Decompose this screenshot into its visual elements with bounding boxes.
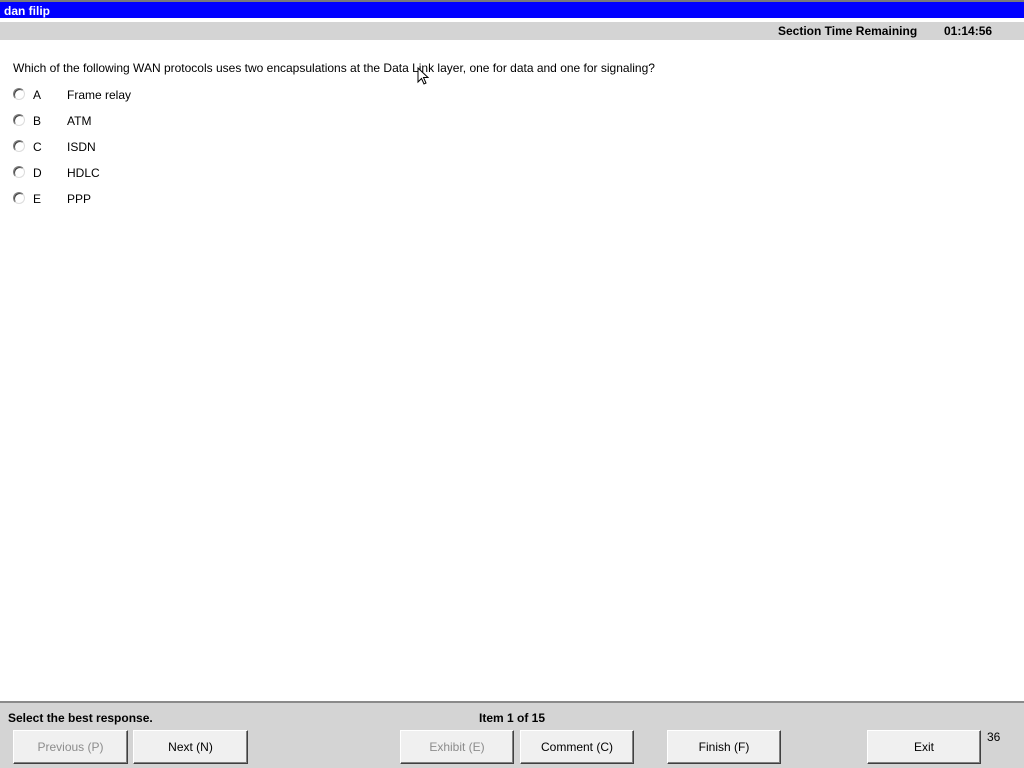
- instruction-text: Select the best response.: [8, 711, 153, 725]
- exit-button[interactable]: Exit: [867, 730, 981, 764]
- option-letter: D: [33, 166, 42, 180]
- exhibit-button[interactable]: Exhibit (E): [400, 730, 514, 764]
- option-letter: A: [33, 88, 42, 102]
- title-bar: dan filip: [0, 0, 1024, 20]
- timer-value: 01:14:56: [944, 24, 993, 38]
- footer-bar: Select the best response. Item 1 of 15 P…: [0, 701, 1024, 768]
- option-b[interactable]: B ATM: [13, 112, 213, 130]
- option-e[interactable]: E PPP: [13, 190, 213, 208]
- option-a[interactable]: A Frame relay: [13, 86, 213, 104]
- window-title: dan filip: [4, 4, 50, 18]
- option-text[interactable]: ISDN: [67, 140, 96, 154]
- option-text[interactable]: Frame relay: [67, 88, 131, 102]
- option-letter: B: [33, 114, 42, 128]
- comment-button[interactable]: Comment (C): [520, 730, 634, 764]
- option-letter: C: [33, 140, 42, 154]
- option-c[interactable]: C ISDN: [13, 138, 213, 156]
- finish-button[interactable]: Finish (F): [667, 730, 781, 764]
- item-counter: Item 1 of 15: [479, 711, 546, 725]
- option-letter: E: [33, 192, 42, 206]
- option-text[interactable]: PPP: [67, 192, 91, 206]
- page-number: 36: [987, 730, 1001, 744]
- next-button[interactable]: Next (N): [133, 730, 248, 764]
- mouse-cursor-icon: [417, 67, 429, 85]
- timer-label: Section Time Remaining: [778, 24, 918, 38]
- previous-button[interactable]: Previous (P): [13, 730, 128, 764]
- option-d[interactable]: D HDLC: [13, 164, 213, 182]
- timer-bar: Section Time Remaining 01:14:56: [0, 22, 1024, 40]
- option-text[interactable]: HDLC: [67, 166, 100, 180]
- radio-button[interactable]: [13, 140, 25, 152]
- question-text: Which of the following WAN protocols use…: [13, 61, 655, 75]
- radio-button[interactable]: [13, 192, 25, 204]
- radio-button[interactable]: [13, 114, 25, 126]
- radio-button[interactable]: [13, 166, 25, 178]
- radio-button[interactable]: [13, 88, 25, 100]
- option-text[interactable]: ATM: [67, 114, 91, 128]
